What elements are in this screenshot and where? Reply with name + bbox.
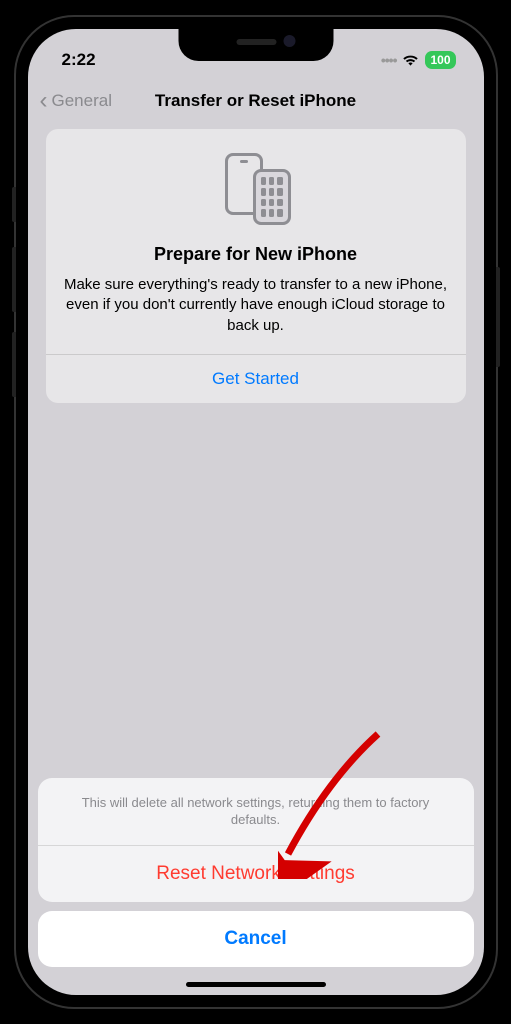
power-button	[496, 267, 500, 367]
card-title: Prepare for New iPhone	[64, 244, 448, 265]
action-sheet: This will delete all network settings, r…	[28, 778, 484, 995]
transfer-phones-icon	[221, 153, 291, 225]
content: Prepare for New iPhone Make sure everyth…	[28, 129, 484, 403]
volume-up-button	[12, 247, 16, 312]
navigation-bar: ‹ General Transfer or Reset iPhone	[28, 77, 484, 129]
card-description: Make sure everything's ready to transfer…	[64, 275, 448, 336]
action-sheet-group: This will delete all network settings, r…	[38, 778, 474, 902]
cancel-button[interactable]: Cancel	[38, 911, 474, 967]
back-button[interactable]: ‹ General	[40, 87, 112, 115]
wifi-icon	[402, 54, 419, 67]
notch	[178, 29, 333, 61]
battery-badge: 100	[425, 51, 455, 69]
volume-down-button	[12, 332, 16, 397]
chevron-left-icon: ‹	[40, 87, 48, 115]
back-label: General	[52, 91, 112, 111]
prepare-card: Prepare for New iPhone Make sure everyth…	[46, 129, 466, 403]
iphone-frame: 2:22 •••• 100 ‹ General Transfer or Rese…	[16, 17, 496, 1007]
status-right: •••• 100	[381, 51, 456, 69]
screen: 2:22 •••• 100 ‹ General Transfer or Rese…	[28, 29, 484, 995]
get-started-button[interactable]: Get Started	[64, 355, 448, 403]
cellular-dots-icon: ••••	[381, 52, 397, 68]
mute-switch	[12, 187, 16, 222]
page-title: Transfer or Reset iPhone	[155, 91, 356, 111]
home-indicator[interactable]	[186, 982, 326, 987]
action-sheet-message: This will delete all network settings, r…	[38, 778, 474, 846]
status-time: 2:22	[62, 50, 96, 70]
reset-network-settings-button[interactable]: Reset Network Settings	[38, 846, 474, 902]
